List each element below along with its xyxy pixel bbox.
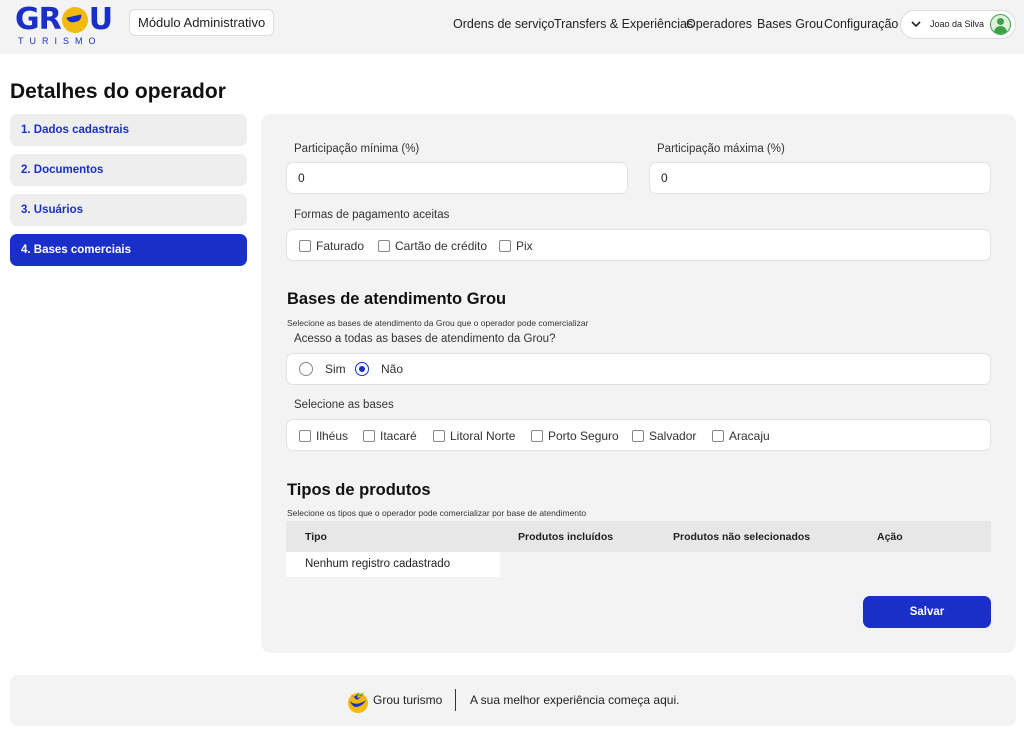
- bases-section-title: Bases de atendimento Grou: [287, 290, 507, 308]
- checkbox[interactable]: [363, 430, 375, 442]
- sidebar-item-usuarios[interactable]: 3. Usuários: [10, 194, 247, 226]
- nav-bases-grou[interactable]: Bases Grou: [757, 17, 823, 31]
- select-bases-label: Selecione as bases: [294, 399, 394, 411]
- footer-brand: Grou turismo: [373, 693, 443, 707]
- footer-divider: [455, 689, 456, 711]
- nav-configuracao[interactable]: Configuração: [824, 17, 898, 31]
- option-label: Salvador: [649, 429, 697, 443]
- option-label: Porto Seguro: [548, 429, 619, 443]
- save-button[interactable]: Salvar: [863, 596, 991, 628]
- bases-options-box: Ilhéus Itacaré Litoral Norte Porto Segur…: [286, 419, 991, 451]
- logo-bird-icon: [61, 7, 88, 33]
- nav-operadores[interactable]: Operadores: [686, 17, 752, 31]
- payment-pix-checkbox[interactable]: Pix: [499, 239, 533, 253]
- radio[interactable]: [299, 362, 313, 376]
- option-label: Litoral Norte: [450, 429, 516, 443]
- base-ilheus-checkbox[interactable]: Ilhéus: [299, 429, 348, 443]
- module-badge: Módulo Administrativo: [129, 9, 275, 36]
- checkbox[interactable]: [712, 430, 724, 442]
- footer: Grou turismo A sua melhor experiência co…: [10, 675, 1016, 726]
- column-header-produtos-nao-selecionados: Produtos não selecionados: [673, 531, 811, 543]
- max-participation-input[interactable]: 0: [649, 162, 991, 194]
- column-header-produtos-incluidos: Produtos incluídos: [518, 531, 614, 543]
- products-section-subtitle: Selecione os tipos que o operador pode c…: [287, 508, 587, 518]
- products-table-header: Tipo Produtos incluídos Produtos não sel…: [286, 521, 991, 552]
- checkbox[interactable]: [378, 240, 390, 252]
- bases-section-subtitle: Selecione as bases de atendimento da Gro…: [287, 318, 589, 328]
- option-label: Ilhéus: [316, 429, 349, 443]
- option-label: Itacaré: [380, 429, 417, 443]
- logo-wordmark: GR U: [15, 2, 113, 37]
- user-name: Joao da Silva: [930, 19, 985, 29]
- nav-transfers-experiencias[interactable]: Transfers & Experiências: [554, 17, 693, 31]
- top-header: GR U TURISMO Módulo Administrativo Ordens…: [0, 0, 1024, 54]
- empty-table-message: Nenhum registro cadastrado: [286, 552, 500, 577]
- payment-faturado-checkbox[interactable]: Faturado: [299, 239, 364, 253]
- option-label: Sim: [325, 362, 346, 376]
- payment-methods-label: Formas de pagamento aceitas: [294, 209, 450, 221]
- option-label: Cartão de crédito: [395, 239, 488, 253]
- option-label: Aracaju: [729, 429, 770, 443]
- checkbox[interactable]: [299, 430, 311, 442]
- base-salvador-checkbox[interactable]: Salvador: [632, 429, 696, 443]
- base-litoral-norte-checkbox[interactable]: Litoral Norte: [433, 429, 515, 443]
- logo-subtext: TURISMO: [18, 36, 102, 46]
- checkbox[interactable]: [299, 240, 311, 252]
- base-itacare-checkbox[interactable]: Itacaré: [363, 429, 417, 443]
- checkbox[interactable]: [433, 430, 445, 442]
- access-sim-radio[interactable]: Sim: [299, 362, 346, 376]
- option-label: Faturado: [316, 239, 365, 253]
- column-header-tipo: Tipo: [305, 531, 327, 543]
- sidebar-item-bases-comerciais[interactable]: 4. Bases comerciais: [10, 234, 247, 266]
- user-menu[interactable]: Joao da Silva: [900, 10, 1016, 39]
- option-label: Não: [381, 362, 404, 376]
- products-section-title: Tipos de produtos: [287, 481, 431, 499]
- min-participation-label: Participação mínima (%): [294, 143, 420, 155]
- column-header-acao: Ação: [877, 531, 903, 543]
- sidebar-item-dados-cadastrais[interactable]: 1. Dados cadastrais: [10, 114, 247, 146]
- bird-logo-icon: [348, 691, 368, 713]
- payment-methods-box: Faturado Cartão de crédito Pix: [286, 229, 991, 261]
- checkbox[interactable]: [632, 430, 644, 442]
- base-porto-seguro-checkbox[interactable]: Porto Seguro: [531, 429, 619, 443]
- payment-cartao-checkbox[interactable]: Cartão de crédito: [378, 239, 487, 253]
- checkbox[interactable]: [499, 240, 511, 252]
- nav-ordens-de-servico[interactable]: Ordens de serviço: [453, 17, 554, 31]
- checkbox[interactable]: [531, 430, 543, 442]
- base-aracaju-checkbox[interactable]: Aracaju: [712, 429, 770, 443]
- access-all-box: Sim Não: [286, 353, 991, 385]
- option-label: Pix: [516, 239, 533, 253]
- page-title: Detalhes do operador: [10, 80, 226, 103]
- grou-logo[interactable]: GR U TURISMO: [15, 4, 115, 48]
- max-participation-label: Participação máxima (%): [657, 143, 785, 155]
- access-all-label: Acesso a todas as bases de atendimento d…: [294, 333, 556, 345]
- min-participation-input[interactable]: 0: [286, 162, 628, 194]
- radio[interactable]: [355, 362, 369, 376]
- chevron-down-icon: [911, 21, 921, 28]
- footer-tagline: A sua melhor experiência começa aqui.: [470, 693, 680, 707]
- sidebar-item-documentos[interactable]: 2. Documentos: [10, 154, 247, 186]
- access-nao-radio[interactable]: Não: [355, 362, 403, 376]
- avatar-icon: [990, 14, 1011, 35]
